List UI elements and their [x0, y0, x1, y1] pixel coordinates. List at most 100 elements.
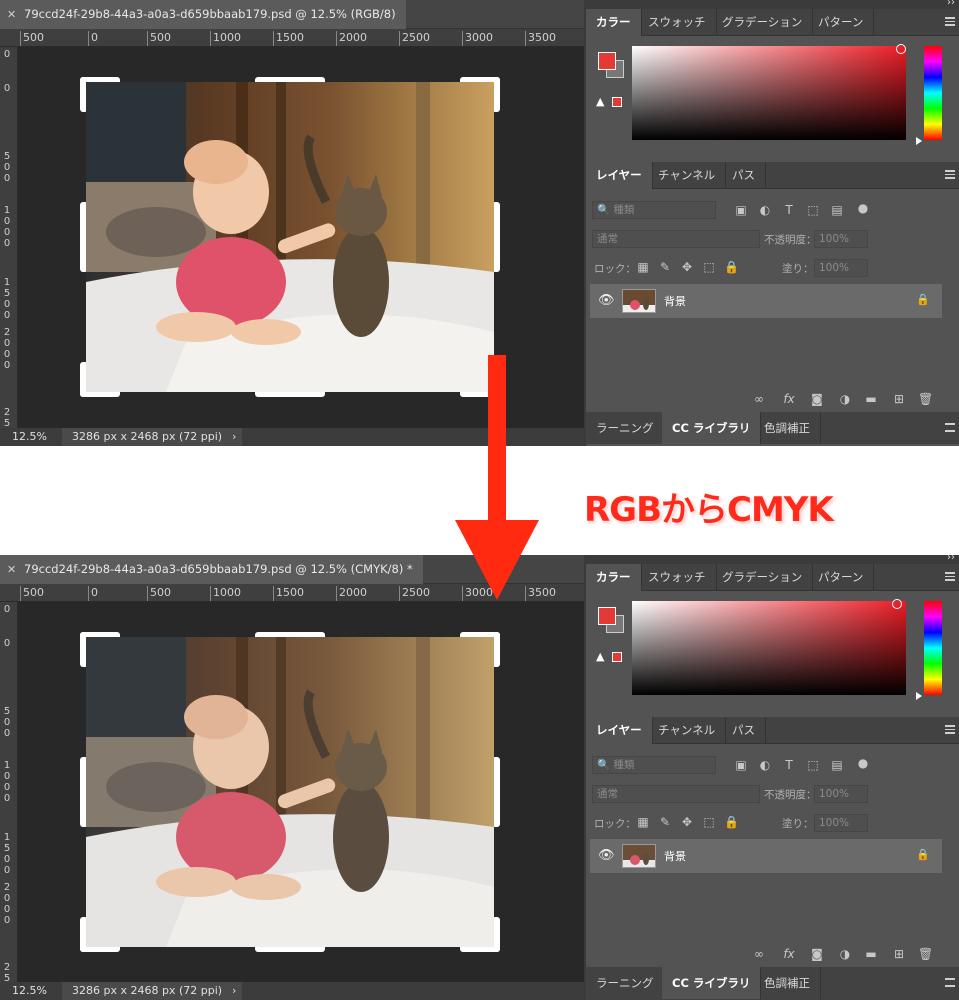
layer-lock-icon[interactable]: 🔒: [916, 848, 930, 861]
lock-position-icon[interactable]: ✥: [680, 260, 694, 274]
tab-layers[interactable]: レイヤー: [586, 717, 653, 744]
panel-menu-icon[interactable]: [945, 423, 955, 432]
lock-artboard-icon[interactable]: ⬚: [702, 260, 716, 274]
tab-paths[interactable]: パス: [722, 162, 766, 189]
opacity-field[interactable]: 100%: [814, 785, 868, 803]
hue-slider-marker[interactable]: [916, 137, 922, 145]
foreground-color-swatch[interactable]: [598, 52, 616, 70]
smart-object-filter-icon[interactable]: ▤: [830, 203, 844, 217]
photo-canvas[interactable]: [80, 77, 500, 397]
horizontal-ruler[interactable]: 500 0 500 1000 1500 2000 2500 3000 3500: [0, 29, 584, 47]
color-picker-field[interactable]: [632, 601, 906, 695]
layer-lock-icon[interactable]: 🔒: [916, 293, 930, 306]
tab-learning[interactable]: ラーニング: [586, 967, 665, 999]
blend-mode-select[interactable]: 通常: [592, 230, 760, 248]
picker-cursor[interactable]: [896, 44, 906, 54]
image-filter-icon[interactable]: ▣: [734, 758, 748, 772]
close-icon[interactable]: ✕: [7, 0, 16, 29]
add-mask-icon[interactable]: ◙: [810, 947, 824, 961]
smart-object-filter-icon[interactable]: ▤: [830, 758, 844, 772]
close-icon[interactable]: ✕: [7, 555, 16, 584]
new-layer-icon[interactable]: ⊞: [892, 392, 906, 406]
gamut-warning-icon[interactable]: ▲: [596, 95, 604, 108]
fx-icon[interactable]: fx: [782, 392, 796, 406]
zoom-level[interactable]: 12.5%: [12, 982, 47, 1000]
visibility-eye-icon[interactable]: 👁: [598, 293, 615, 308]
panel-menu-icon[interactable]: [945, 170, 955, 179]
lock-artboard-icon[interactable]: ⬚: [702, 815, 716, 829]
image-filter-icon[interactable]: ▣: [734, 203, 748, 217]
add-mask-icon[interactable]: ◙: [810, 392, 824, 406]
vertical-ruler[interactable]: 0050010001500200025: [0, 602, 18, 984]
lock-transparent-icon[interactable]: ▦: [636, 260, 650, 274]
gamut-swatch[interactable]: [612, 97, 622, 107]
tab-swatches[interactable]: スウォッチ: [638, 564, 717, 591]
gamut-swatch[interactable]: [612, 652, 622, 662]
fill-field[interactable]: 100%: [814, 259, 868, 277]
tab-patterns[interactable]: パターン: [808, 9, 875, 36]
document-info[interactable]: 3286 px x 2468 px (72 ppi): [62, 428, 242, 446]
canvas-area[interactable]: 500 0 500 1000 1500 2000 2500 3000 3500 …: [0, 584, 584, 984]
color-picker-field[interactable]: [632, 46, 906, 140]
document-tab[interactable]: ✕ 79ccd24f-29b8-44a3-a0a3-d659bbaab179.p…: [0, 0, 406, 29]
type-filter-icon[interactable]: T: [782, 203, 796, 217]
vertical-ruler[interactable]: 0050010001500200025: [0, 47, 18, 429]
gamut-warning-icon[interactable]: ▲: [596, 650, 604, 663]
opacity-field[interactable]: 100%: [814, 230, 868, 248]
fx-icon[interactable]: fx: [782, 947, 796, 961]
lock-paint-icon[interactable]: ✎: [658, 260, 672, 274]
filter-toggle-icon[interactable]: ●: [856, 756, 870, 770]
layer-filter-select[interactable]: 🔍 種類: [592, 756, 716, 774]
type-filter-icon[interactable]: T: [782, 758, 796, 772]
filter-toggle-icon[interactable]: ●: [856, 201, 870, 215]
panel-collapse-bar[interactable]: ››: [586, 552, 959, 564]
tab-gradients[interactable]: グラデーション: [712, 564, 814, 591]
panel-menu-icon[interactable]: [945, 17, 955, 26]
blend-mode-select[interactable]: 通常: [592, 785, 760, 803]
hue-slider[interactable]: [924, 601, 942, 695]
layer-row-background[interactable]: 👁 背景 🔒: [590, 284, 942, 318]
hue-slider[interactable]: [924, 46, 942, 140]
tab-color[interactable]: カラー: [586, 9, 642, 36]
lock-transparent-icon[interactable]: ▦: [636, 815, 650, 829]
zoom-level[interactable]: 12.5%: [12, 428, 47, 446]
foreground-color-swatch[interactable]: [598, 607, 616, 625]
tab-cc-libraries[interactable]: CC ライブラリ: [662, 412, 762, 444]
tab-channels[interactable]: チャンネル: [648, 162, 727, 189]
layer-name[interactable]: 背景: [664, 293, 686, 309]
link-layers-icon[interactable]: ∞: [752, 392, 766, 406]
layer-name[interactable]: 背景: [664, 848, 686, 864]
new-layer-icon[interactable]: ⊞: [892, 947, 906, 961]
tab-patterns[interactable]: パターン: [808, 564, 875, 591]
panel-menu-icon[interactable]: [945, 725, 955, 734]
chevron-right-icon[interactable]: ›: [232, 428, 236, 446]
lock-all-icon[interactable]: 🔒: [724, 260, 739, 274]
double-chevron-icon[interactable]: ››: [947, 552, 955, 563]
tab-adjustments[interactable]: 色調補正: [754, 967, 821, 999]
lock-paint-icon[interactable]: ✎: [658, 815, 672, 829]
tab-swatches[interactable]: スウォッチ: [638, 9, 717, 36]
tab-gradients[interactable]: グラデーション: [712, 9, 814, 36]
adjustment-layer-icon[interactable]: ◑: [838, 947, 852, 961]
shape-filter-icon[interactable]: ⬚: [806, 203, 820, 217]
tab-adjustments[interactable]: 色調補正: [754, 412, 821, 444]
layer-row-background[interactable]: 👁 背景 🔒: [590, 839, 942, 873]
adjustment-layer-icon[interactable]: ◑: [838, 392, 852, 406]
trash-icon[interactable]: 🗑: [918, 392, 933, 406]
link-layers-icon[interactable]: ∞: [752, 947, 766, 961]
picker-cursor[interactable]: [892, 599, 902, 609]
shape-filter-icon[interactable]: ⬚: [806, 758, 820, 772]
panel-menu-icon[interactable]: [945, 572, 955, 581]
folder-icon[interactable]: ▬: [864, 392, 878, 406]
folder-icon[interactable]: ▬: [864, 947, 878, 961]
tab-cc-libraries[interactable]: CC ライブラリ: [662, 967, 762, 999]
tab-layers[interactable]: レイヤー: [586, 162, 653, 189]
panel-collapse-bar[interactable]: ››: [586, 0, 959, 9]
double-chevron-icon[interactable]: ››: [947, 0, 955, 8]
tab-paths[interactable]: パス: [722, 717, 766, 744]
workspace[interactable]: [18, 602, 584, 983]
photo-canvas[interactable]: [80, 632, 500, 952]
panel-menu-icon[interactable]: [945, 978, 955, 987]
fill-field[interactable]: 100%: [814, 814, 868, 832]
lock-all-icon[interactable]: 🔒: [724, 815, 739, 829]
